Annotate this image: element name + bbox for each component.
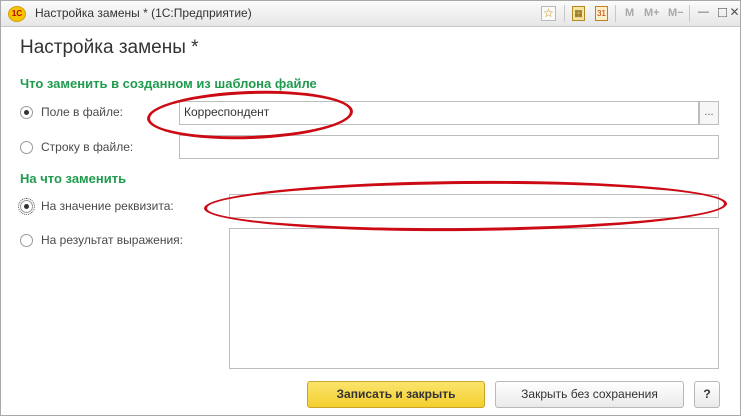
radio-string-in-file[interactable] xyxy=(20,141,33,154)
radio-label-attribute-value: На значение реквизита: xyxy=(41,199,174,213)
star-icon[interactable]: ☆ xyxy=(541,6,556,21)
toolbar-divider xyxy=(689,5,690,22)
radio-label-string-in-file: Строку в файле: xyxy=(41,140,134,154)
save-and-close-button[interactable]: Записать и закрыть xyxy=(307,381,485,408)
string-in-file-input[interactable] xyxy=(179,135,719,159)
radio-label-expression-result: На результат выражения: xyxy=(41,233,183,247)
memory-m-button[interactable]: M xyxy=(625,7,634,19)
memory-minus-button[interactable]: M− xyxy=(668,7,684,19)
attribute-value-input[interactable] xyxy=(229,194,719,218)
field-in-file-input[interactable]: Корреспондент xyxy=(179,101,699,125)
toolbar-divider xyxy=(615,5,616,22)
window-title: Настройка замены * (1С:Предприятие) xyxy=(35,6,252,20)
1c-logo-icon[interactable]: 1С xyxy=(8,6,26,22)
title-bar: 1С Настройка замены * (1С:Предприятие) ☆… xyxy=(1,1,740,27)
group-heading-replace-with: На что заменить xyxy=(20,171,127,186)
field-in-file-value: Корреспондент xyxy=(184,105,270,119)
close-without-saving-button[interactable]: Закрыть без сохранения xyxy=(495,381,684,408)
form-title: Настройка замены * xyxy=(20,37,199,58)
radio-field-in-file[interactable] xyxy=(20,106,33,119)
expression-textarea[interactable] xyxy=(229,228,719,369)
calculator-icon[interactable]: ▦ xyxy=(572,6,585,21)
help-button[interactable]: ? xyxy=(694,381,720,408)
memory-plus-button[interactable]: M+ xyxy=(644,7,660,19)
radio-label-field-in-file: Поле в файле: xyxy=(41,105,124,119)
group-heading-what-to-replace: Что заменить в созданном из шаблона файл… xyxy=(20,76,317,91)
radio-attribute-value[interactable] xyxy=(18,198,35,215)
select-field-button[interactable]: ... xyxy=(699,101,719,125)
minimize-button[interactable]: — xyxy=(695,4,712,21)
toolbar-divider xyxy=(564,5,565,22)
close-button[interactable]: ✕ xyxy=(729,4,740,21)
dialog-window: 1С Настройка замены * (1С:Предприятие) ☆… xyxy=(0,0,741,416)
calendar-icon[interactable]: 31 xyxy=(595,6,608,21)
radio-expression-result[interactable] xyxy=(20,234,33,247)
